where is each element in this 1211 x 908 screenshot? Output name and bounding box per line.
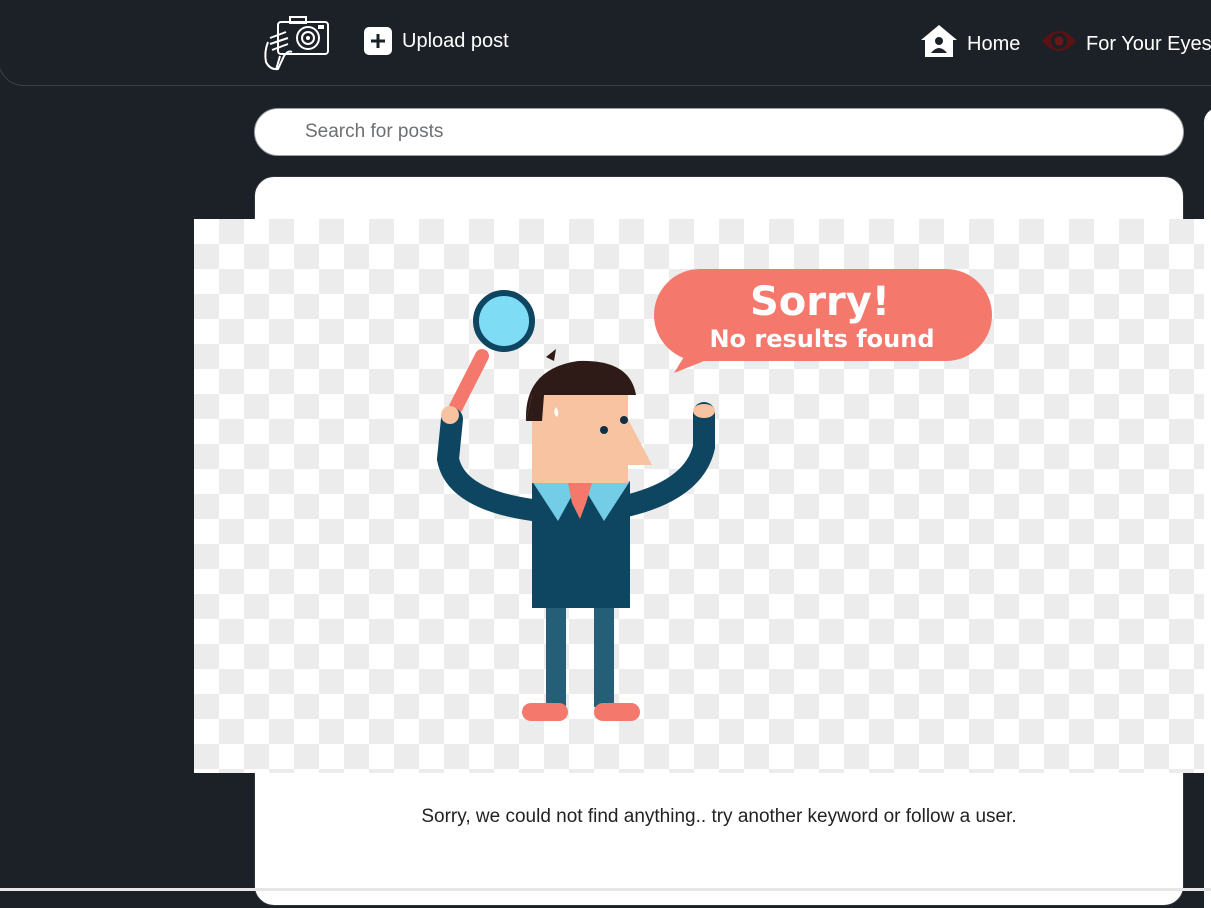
- upload-post-label: Upload post: [402, 29, 509, 52]
- nav-for-your-eyes-link[interactable]: For Your Eyes: [1041, 24, 1211, 64]
- right-side-panel: [1204, 108, 1211, 908]
- nav-home-label: Home: [967, 32, 1021, 55]
- nav-for-your-eyes-label: For Your Eyes: [1086, 32, 1211, 55]
- upload-post-button[interactable]: Upload post: [364, 27, 509, 55]
- search-input[interactable]: [254, 108, 1184, 156]
- plus-icon: [364, 27, 392, 55]
- no-results-illustration: Sorry! No results found: [194, 219, 1204, 773]
- bubble-subtitle: No results found: [709, 325, 934, 353]
- no-results-message: Sorry, we could not find anything.. try …: [421, 806, 1017, 827]
- magnifier-icon: [449, 290, 535, 414]
- bubble-title: Sorry!: [750, 279, 890, 325]
- speech-bubble: Sorry! No results found: [654, 269, 992, 373]
- home-icon: [920, 24, 958, 64]
- top-navigation-bar: [0, 0, 1211, 86]
- camera-logo[interactable]: [260, 12, 332, 72]
- nav-home-link[interactable]: Home: [920, 24, 1020, 64]
- eye-icon: [1041, 24, 1077, 64]
